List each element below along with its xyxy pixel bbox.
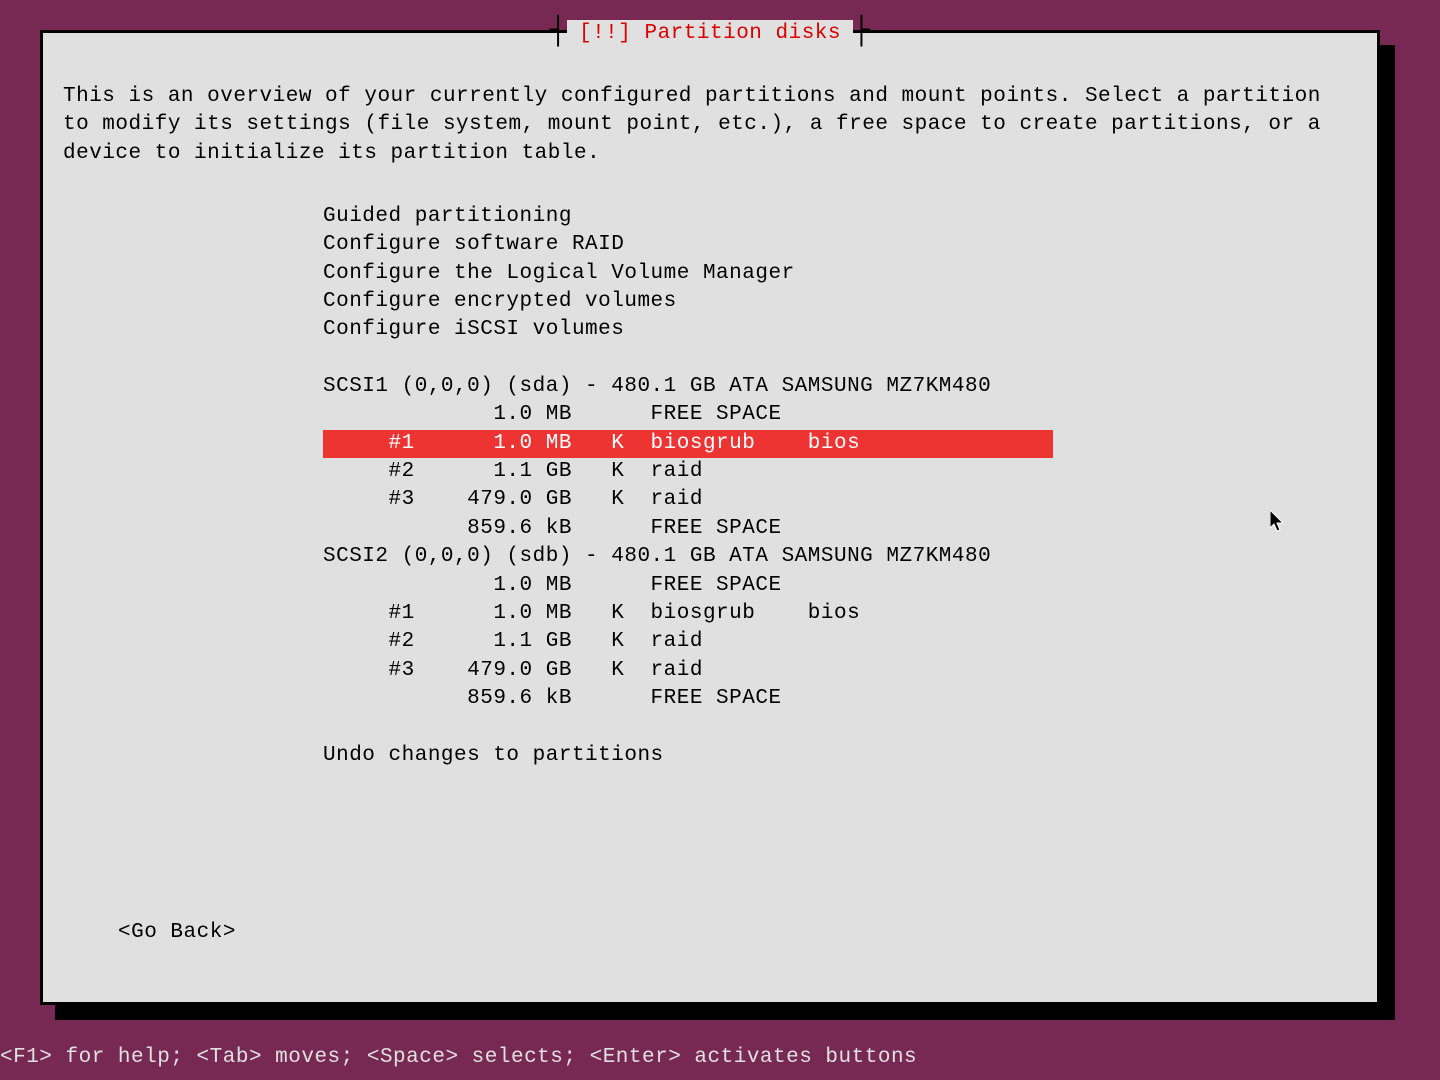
partition-row-0-0[interactable]: 1.0 MB FREE SPACE xyxy=(323,401,1357,429)
title-right-bracket: ├ xyxy=(853,18,870,46)
partition-row-1-2[interactable]: #2 1.1 GB K raid xyxy=(323,628,1357,656)
dialog-title: [!!] Partition disks xyxy=(567,20,853,48)
menu-undo[interactable]: Undo changes to partitions xyxy=(323,742,1357,770)
partition-row-0-2[interactable]: #2 1.1 GB K raid xyxy=(323,458,1357,486)
menu-lvm[interactable]: Configure the Logical Volume Manager xyxy=(323,260,1357,288)
go-back-button[interactable]: <Go Back> xyxy=(118,919,236,947)
disk-header-0[interactable]: SCSI1 (0,0,0) (sda) - 480.1 GB ATA SAMSU… xyxy=(323,373,1357,401)
partition-dialog: ┤[!!] Partition disks├ This is an overvi… xyxy=(40,30,1380,1005)
partition-row-0-1[interactable]: #1 1.0 MB K biosgrub bios xyxy=(323,430,1053,458)
partition-row-1-4[interactable]: 859.6 kB FREE SPACE xyxy=(323,685,1357,713)
partition-row-0-4[interactable]: 859.6 kB FREE SPACE xyxy=(323,515,1357,543)
partition-row-0-3[interactable]: #3 479.0 GB K raid xyxy=(323,486,1357,514)
footer-help: <F1> for help; <Tab> moves; <Space> sele… xyxy=(0,1044,917,1072)
menu-iscsi[interactable]: Configure iSCSI volumes xyxy=(323,316,1357,344)
partition-row-1-1[interactable]: #1 1.0 MB K biosgrub bios xyxy=(323,600,1357,628)
description-text: This is an overview of your currently co… xyxy=(63,83,1357,168)
disk-header-1[interactable]: SCSI2 (0,0,0) (sdb) - 480.1 GB ATA SAMSU… xyxy=(323,543,1357,571)
menu-encrypted[interactable]: Configure encrypted volumes xyxy=(323,288,1357,316)
title-left-bracket: ┤ xyxy=(550,18,567,46)
partition-row-1-3[interactable]: #3 479.0 GB K raid xyxy=(323,657,1357,685)
menu-guided[interactable]: Guided partitioning xyxy=(323,203,1357,231)
menu-raid[interactable]: Configure software RAID xyxy=(323,231,1357,259)
partition-row-1-0[interactable]: 1.0 MB FREE SPACE xyxy=(323,572,1357,600)
